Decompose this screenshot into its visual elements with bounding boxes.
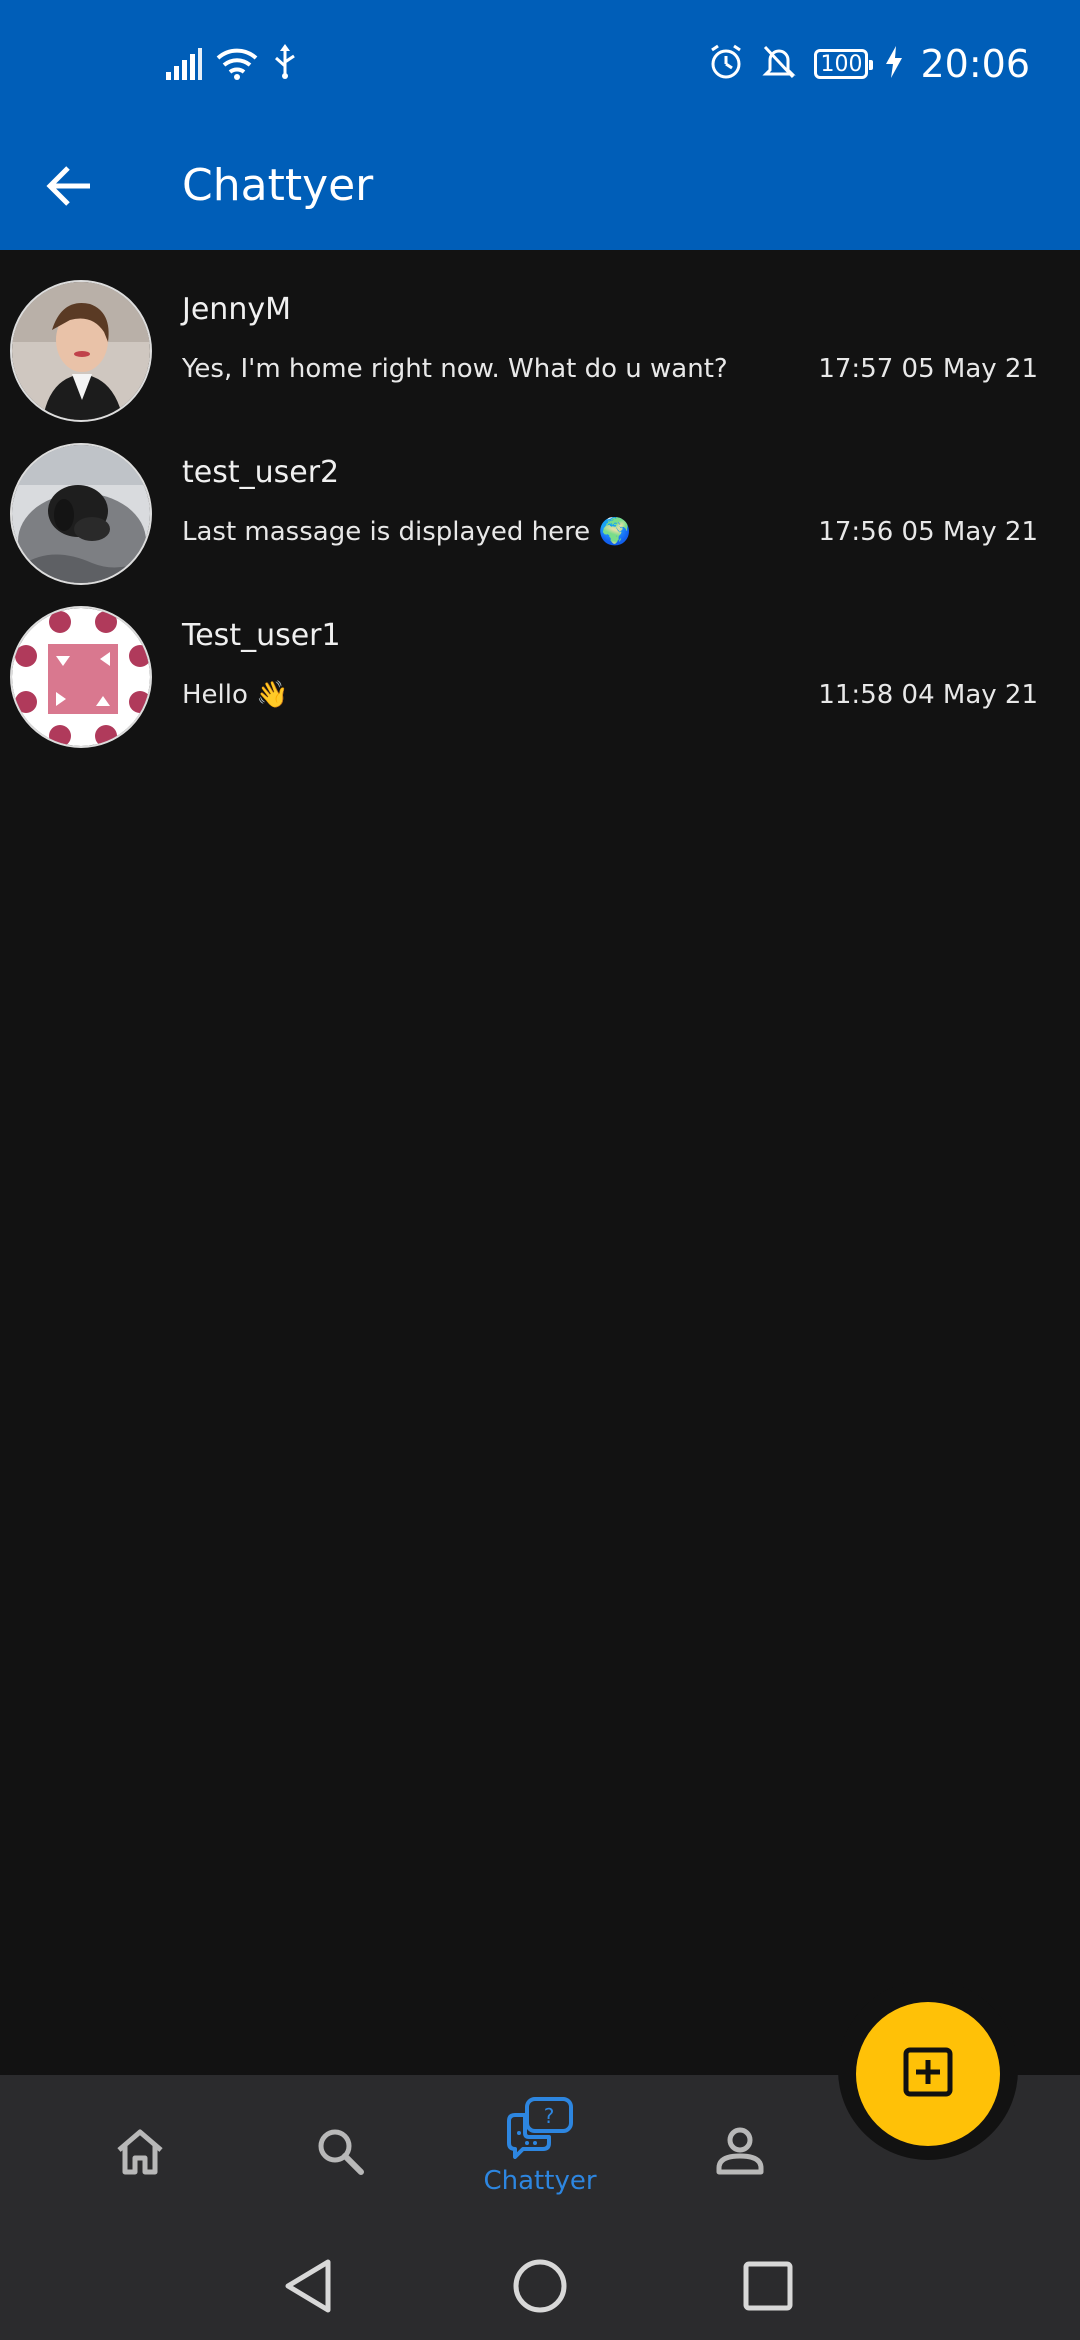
- chat-name: JennyM: [182, 292, 291, 327]
- app-bar: Chattyer: [0, 132, 1080, 250]
- usb-icon: [272, 44, 298, 84]
- circle-home-icon: [510, 2256, 570, 2320]
- back-arrow-icon: [38, 166, 102, 222]
- page-title: Chattyer: [182, 160, 374, 211]
- chat-last-message: Yes, I'm home right now. What do u want?: [182, 354, 728, 384]
- square-recents-icon: [740, 2258, 796, 2318]
- system-recents-button[interactable]: [728, 2248, 808, 2328]
- status-left: [166, 44, 298, 84]
- avatar: [10, 443, 152, 585]
- chat-item-test-user2[interactable]: test_user2 Last massage is displayed her…: [0, 435, 1080, 598]
- nav-profile[interactable]: [700, 2113, 780, 2193]
- triangle-back-icon: [280, 2256, 336, 2320]
- new-chat-fab[interactable]: [856, 2002, 1000, 2146]
- profile-icon: [713, 2124, 767, 2182]
- status-right: 100 20:06: [708, 38, 1030, 90]
- avatar: [10, 606, 152, 748]
- chat-item-test-user1[interactable]: Test_user1 Hello 👋 11:58 04 May 21: [0, 598, 1080, 761]
- add-square-icon: [902, 2046, 954, 2102]
- status-time: 20:06: [920, 42, 1030, 86]
- nav-chattyer-label[interactable]: Chattyer: [470, 2166, 610, 2196]
- chat-timestamp: 17:57 05 May 21: [818, 354, 1038, 384]
- chat-last-message: Last massage is displayed here 🌍: [182, 517, 631, 547]
- nav-search[interactable]: [300, 2113, 380, 2193]
- chat-timestamp: 11:58 04 May 21: [818, 680, 1038, 710]
- alarm-icon: [708, 44, 744, 84]
- battery-level: 100: [820, 51, 863, 77]
- chat-last-message: Hello 👋: [182, 680, 289, 710]
- search-icon: [313, 2124, 367, 2182]
- mute-icon: [762, 44, 797, 84]
- chat-list: JennyM Yes, I'm home right now. What do …: [0, 272, 1080, 761]
- system-home-button[interactable]: [500, 2248, 580, 2328]
- chat-name: Test_user1: [182, 618, 341, 653]
- battery-icon: 100: [814, 49, 874, 79]
- nav-home[interactable]: [100, 2113, 180, 2193]
- chat-item-jennym[interactable]: JennyM Yes, I'm home right now. What do …: [0, 272, 1080, 435]
- back-button[interactable]: [38, 154, 102, 218]
- signal-icon: [166, 48, 202, 84]
- charging-icon: [886, 46, 903, 82]
- chat-name: test_user2: [182, 455, 340, 490]
- chat-timestamp: 17:56 05 May 21: [818, 517, 1038, 547]
- svg-text:?: ?: [544, 2104, 555, 2128]
- avatar: [10, 280, 152, 422]
- screen: 100 20:06 Chattyer JennyM Yes, I'm home …: [0, 0, 1080, 2340]
- home-icon: [113, 2124, 167, 2182]
- wifi-icon: [216, 46, 258, 84]
- chat-bubbles-icon: ?: [505, 2097, 575, 2163]
- nav-chattyer[interactable]: ?: [500, 2090, 580, 2170]
- system-back-button[interactable]: [268, 2248, 348, 2328]
- status-bar: 100 20:06: [0, 0, 1080, 132]
